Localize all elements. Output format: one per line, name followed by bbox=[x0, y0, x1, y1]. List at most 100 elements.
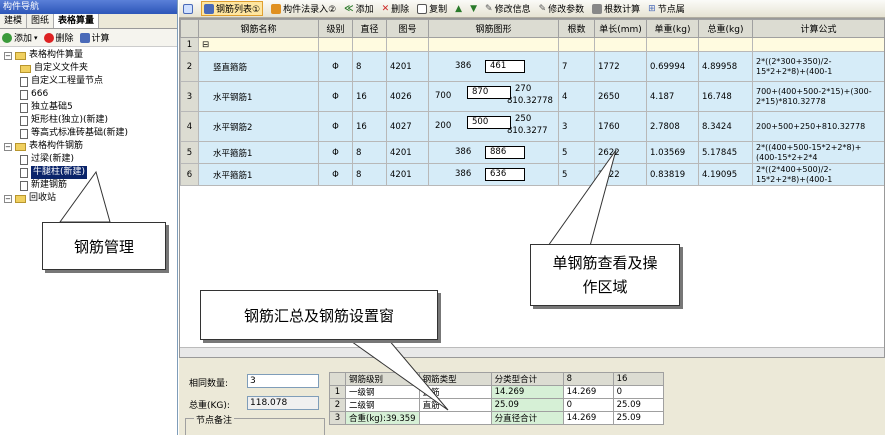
tree-node[interactable]: 矩形柱(独立)(新建) bbox=[2, 114, 177, 127]
count-cell[interactable]: 5 bbox=[558, 163, 595, 186]
modify-params-button[interactable]: ✎ 修改参数 bbox=[539, 2, 585, 16]
summary-cell[interactable]: 二级钢 bbox=[345, 398, 420, 412]
diameter-cell[interactable]: 8 bbox=[352, 51, 387, 82]
same-count-input[interactable]: 3 bbox=[247, 374, 319, 388]
count-cell[interactable]: 3 bbox=[558, 111, 595, 142]
expand-icon[interactable]: − bbox=[4, 194, 12, 203]
header-unit-length[interactable]: 单长(mm) bbox=[594, 19, 647, 38]
tab-modeling[interactable]: 建模 bbox=[0, 14, 28, 28]
table-row[interactable]: 1 ⊟ bbox=[180, 37, 884, 52]
header-grade[interactable]: 级别 bbox=[318, 19, 353, 38]
summary-cell[interactable]: 1 bbox=[329, 385, 346, 399]
figure-number-cell[interactable]: 4201 bbox=[386, 51, 429, 82]
tab-table-quantity[interactable]: 表格算量 bbox=[54, 14, 100, 28]
formula-cell[interactable] bbox=[752, 37, 884, 52]
rebar-shape-cell[interactable]: 386 636 bbox=[428, 163, 559, 186]
summary-cell[interactable]: 分直径合计 bbox=[490, 411, 564, 425]
unit-weight-cell[interactable]: 0.69994 bbox=[646, 51, 699, 82]
modify-info-button[interactable]: ✎ 修改信息 bbox=[485, 2, 531, 16]
count-cell[interactable] bbox=[558, 37, 595, 52]
unit-weight-cell[interactable] bbox=[646, 37, 699, 52]
rebar-shape-cell[interactable] bbox=[428, 37, 559, 52]
table-row[interactable]: 2 竖直箍筋 Φ 8 4201 386 461 7 1772 0.69994 4.89958 2*((… bbox=[180, 51, 884, 82]
panel-toggle-button[interactable] bbox=[183, 3, 193, 14]
tree-node[interactable]: 独立基础5 bbox=[2, 101, 177, 114]
rebar-name-cell[interactable]: 水平箍筋1 bbox=[198, 141, 319, 164]
rebar-name-cell[interactable]: 水平钢筋2 bbox=[198, 111, 319, 142]
summary-cell[interactable]: 2 bbox=[329, 398, 346, 412]
calculate-button[interactable]: 计算 bbox=[79, 31, 110, 44]
header-figure-number[interactable]: 图号 bbox=[386, 19, 429, 38]
summary-cell[interactable]: 25.09 bbox=[612, 411, 664, 425]
summary-header-cell[interactable] bbox=[329, 372, 346, 386]
row-number[interactable]: 6 bbox=[180, 163, 199, 186]
header-diameter[interactable]: 直径 bbox=[352, 19, 387, 38]
add-button[interactable]: 添加 ▾ bbox=[2, 31, 38, 44]
unit-weight-cell[interactable]: 2.7808 bbox=[646, 111, 699, 142]
table-row[interactable]: 4 水平钢筋2 Φ 16 4027 200 250 810.3277 500 3 1760 2.780… bbox=[180, 111, 884, 142]
expand-icon[interactable]: − bbox=[4, 142, 12, 151]
row-number[interactable]: 3 bbox=[180, 81, 199, 112]
tree-node[interactable]: 666 bbox=[2, 88, 177, 101]
move-up-button[interactable]: ▲ bbox=[455, 4, 462, 14]
rebar-shape-cell[interactable]: 386 461 bbox=[428, 51, 559, 82]
rebar-shape-cell[interactable]: 386 886 bbox=[428, 141, 559, 164]
tab-drawings[interactable]: 图纸 bbox=[27, 14, 55, 28]
count-cell[interactable]: 4 bbox=[558, 81, 595, 112]
table-row[interactable]: 5 水平箍筋1 Φ 8 4201 386 886 5 2622 1.03569 5.17845 2*(… bbox=[180, 141, 884, 164]
unit-length-cell[interactable] bbox=[594, 37, 647, 52]
delete-button[interactable]: 删除 bbox=[43, 31, 74, 44]
table-row[interactable]: 3 合重(kg):39.359 分直径合计 14.269 25.09 bbox=[329, 411, 664, 425]
total-weight-cell[interactable] bbox=[698, 37, 753, 52]
summary-cell[interactable]: 14.269 bbox=[562, 385, 614, 399]
tree-node[interactable]: 过梁(新建) bbox=[2, 153, 177, 166]
diameter-cell[interactable]: 16 bbox=[352, 81, 387, 112]
table-row[interactable]: 3 水平钢筋1 Φ 16 4026 700 270 810.32778 870 4 2650 4.18… bbox=[180, 81, 884, 112]
move-down-button[interactable]: ▼ bbox=[470, 4, 477, 14]
header-formula[interactable]: 计算公式 bbox=[752, 19, 884, 38]
summary-cell[interactable] bbox=[418, 411, 492, 425]
summary-cell[interactable]: 25.09 bbox=[612, 398, 664, 412]
summary-cell[interactable]: 14.269 bbox=[562, 411, 614, 425]
header-total-weight[interactable]: 总重(kg) bbox=[698, 19, 753, 38]
tree-node[interactable]: 自定义工程量节点 bbox=[2, 75, 177, 88]
row-number[interactable]: 5 bbox=[180, 141, 199, 164]
total-weight-cell[interactable]: 4.19095 bbox=[698, 163, 753, 186]
grade-cell[interactable]: Φ bbox=[318, 163, 353, 186]
figure-number-cell[interactable]: 4201 bbox=[386, 163, 429, 186]
summary-header-cell[interactable]: 8 bbox=[562, 372, 614, 386]
rebar-name-cell[interactable]: 水平箍筋1 bbox=[198, 163, 319, 186]
unit-length-cell[interactable]: 2650 bbox=[594, 81, 647, 112]
row-number[interactable]: 2 bbox=[180, 51, 199, 82]
grade-cell[interactable]: Φ bbox=[318, 51, 353, 82]
tree-node[interactable]: − 回收站 bbox=[2, 192, 177, 205]
summary-cell[interactable]: 25.09 bbox=[490, 398, 564, 412]
copy-button[interactable]: 复制 bbox=[417, 2, 447, 15]
rebar-shape-cell[interactable]: 200 250 810.3277 500 bbox=[428, 111, 559, 142]
count-cell[interactable]: 5 bbox=[558, 141, 595, 164]
summary-header-cell[interactable]: 分类型合计 bbox=[490, 372, 564, 386]
summary-cell[interactable]: 直筋 bbox=[418, 398, 492, 412]
unit-weight-cell[interactable]: 1.03569 bbox=[646, 141, 699, 164]
rebar-name-cell[interactable]: ⊟ bbox=[198, 37, 319, 52]
table-row[interactable]: 6 水平箍筋1 Φ 8 4201 386 636 5 2122 0.83819 4.19095 2*(… bbox=[180, 163, 884, 186]
header-rebar-shape[interactable]: 钢筋图形 bbox=[428, 19, 559, 38]
total-weight-cell[interactable]: 4.89958 bbox=[698, 51, 753, 82]
summary-cell[interactable]: 合重(kg):39.359 bbox=[345, 411, 420, 425]
summary-cell[interactable]: 0 bbox=[612, 385, 664, 399]
rebar-shape-cell[interactable]: 700 270 810.32778 870 bbox=[428, 81, 559, 112]
add-rebar-button[interactable]: ≪ 添加 bbox=[344, 2, 373, 16]
node-properties-button[interactable]: ⊞ 节点属 bbox=[648, 2, 685, 16]
summary-cell[interactable]: 3 bbox=[329, 411, 346, 425]
delete-rebar-button[interactable]: ✕ 删除 bbox=[382, 2, 410, 16]
unit-weight-cell[interactable]: 0.83819 bbox=[646, 163, 699, 186]
formula-cell[interactable]: 200+500+250+810.32778 bbox=[752, 111, 884, 142]
formula-cell[interactable]: 2*((2*400+500)/2-15*2+2*8)+(400-1 bbox=[752, 163, 884, 186]
tree-node[interactable]: − 表格构件算量 bbox=[2, 49, 177, 62]
header-count[interactable]: 根数 bbox=[558, 19, 595, 38]
tree-node[interactable]: 牛腿柱(新建) bbox=[2, 166, 177, 179]
count-calc-button[interactable]: 根数计算 bbox=[592, 2, 640, 15]
summary-cell[interactable]: 14.269 bbox=[490, 385, 564, 399]
unit-length-cell[interactable]: 2122 bbox=[594, 163, 647, 186]
grade-cell[interactable]: Φ bbox=[318, 111, 353, 142]
